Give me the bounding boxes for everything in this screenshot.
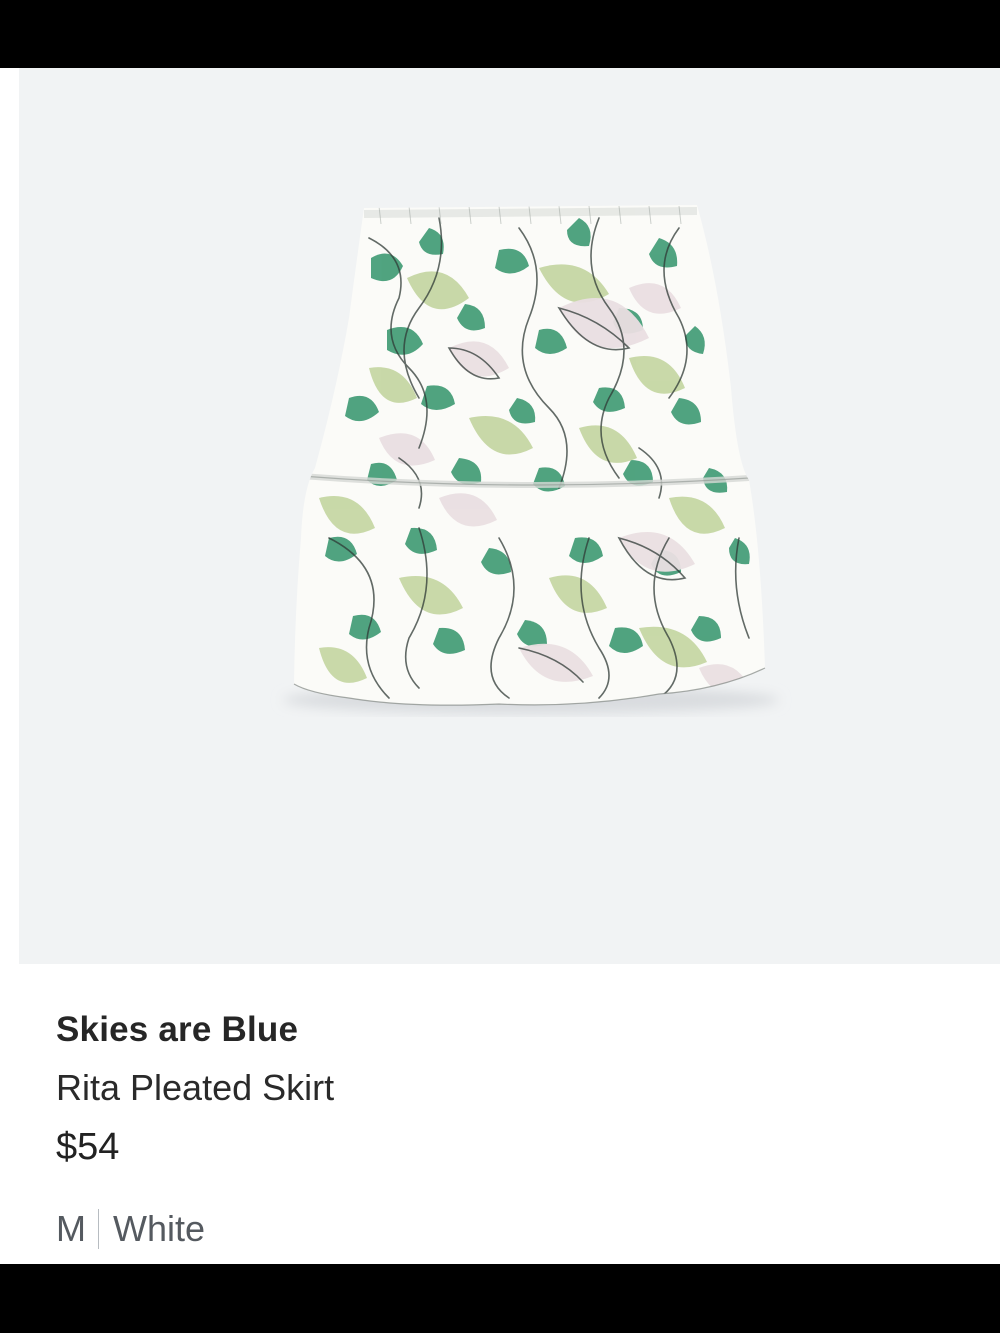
size-value: M	[56, 1208, 86, 1249]
product-image-container[interactable]	[19, 68, 1000, 964]
variant-divider	[98, 1209, 99, 1249]
navigation-bar	[0, 1264, 1000, 1333]
product-card[interactable]: Skies are Blue Rita Pleated Skirt $54 M …	[0, 68, 1000, 1264]
status-bar	[0, 0, 1000, 68]
brand-name: Skies are Blue	[56, 1010, 299, 1049]
color-value: White	[113, 1208, 206, 1249]
product-image-skirt	[283, 205, 779, 714]
product-price: $54	[56, 1126, 120, 1168]
product-info: Skies are Blue Rita Pleated Skirt $54 M …	[56, 1008, 956, 1251]
product-name: Rita Pleated Skirt	[56, 1067, 335, 1108]
variant-details: M White	[56, 1207, 956, 1251]
